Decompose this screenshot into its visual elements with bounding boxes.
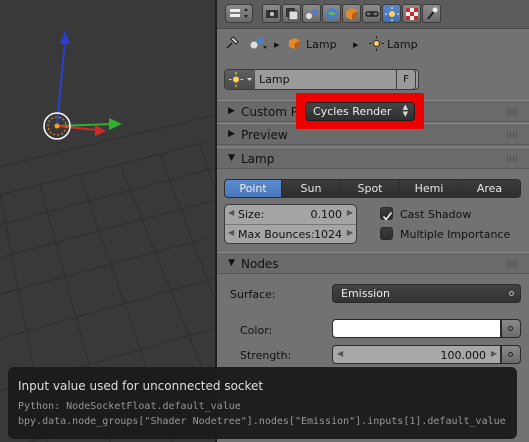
decrement-icon[interactable]: ◀ [337,349,343,358]
lamp-number-fields: ◀ Size: 0.100 ▶ ◀ Max Bounces: 1024 ▶ [224,204,357,244]
lamp-data-icon[interactable] [382,4,401,23]
texture-icon[interactable] [402,4,421,23]
world-icon[interactable] [322,4,341,23]
checkmark-icon [382,212,393,221]
physics-icon[interactable] [422,4,441,23]
multiple-importance-checkbox[interactable] [380,227,393,240]
tooltip: Input value used for unconnected socket … [8,367,517,439]
tooltip-python: Python: NodeSocketFloat.default_value [18,401,241,412]
constraints-icon[interactable] [362,4,381,23]
breadcrumb-separator: ▸ [274,38,280,51]
strength-field[interactable]: ◀ 100.000 ▶ [332,345,501,364]
increment-icon[interactable]: ▶ [491,349,497,358]
lamp-data-icon[interactable] [225,70,255,89]
breadcrumb: ▸ Lamp ▸ Lamp [217,30,529,58]
lamp-datablock-selector[interactable]: Lamp [224,69,419,90]
editor-type-icon[interactable] [225,4,253,23]
drag-grip-icon[interactable] [507,261,519,267]
surface-shader-menu[interactable]: Emission [332,284,521,303]
breadcrumb-object: Lamp [306,38,337,51]
updown-arrow-icon: ▲ ▼ [402,103,408,118]
object-icon [289,38,300,49]
expand-icon: ▶ [228,106,235,116]
cast-shadow-label: Cast Shadow [400,208,472,221]
multiple-importance-label: Multiple Importance [400,228,511,241]
decrement-icon[interactable]: ◀ [228,208,234,217]
lamp-data-icon [369,36,384,51]
tooltip-data-path: bpy.data.node_groups["Shader Nodetree"].… [18,416,506,427]
lamp-type-point[interactable]: Point [224,179,282,198]
fake-user-button[interactable]: F [396,69,416,90]
datablock-name[interactable]: Lamp [259,73,290,86]
breadcrumb-separator: ▸ [353,38,359,51]
tooltip-title: Input value used for unconnected socket [18,379,264,393]
cast-shadow-checkbox[interactable] [380,207,393,221]
properties-header [217,0,529,29]
collapse-icon: ▼ [228,258,235,268]
increment-icon[interactable]: ▶ [347,228,353,237]
socket-icon [509,291,514,296]
scene-icon [250,37,267,49]
drag-grip-icon[interactable] [507,156,519,162]
color-label: Color: [240,324,273,337]
max-bounces-field[interactable]: ◀ Max Bounces: 1024 ▶ [225,225,356,243]
panel-nodes[interactable]: ▼ Nodes [217,252,529,274]
color-swatch[interactable] [332,319,501,338]
color-socket-button[interactable] [501,319,521,338]
render-engine-dropdown[interactable]: Cycles Render ▲ ▼ [305,102,415,121]
lamp-type-selector: Point Sun Spot Hemi Area [224,179,521,198]
lamp-type-spot[interactable]: Spot [340,179,400,198]
object-icon[interactable] [342,4,361,23]
pin-icon[interactable] [225,36,239,50]
increment-icon[interactable]: ▶ [347,208,353,217]
lamp-type-hemi[interactable]: Hemi [399,179,459,198]
strength-label: Strength: [240,349,292,362]
drag-grip-icon[interactable] [507,132,519,138]
decrement-icon[interactable]: ◀ [228,228,234,237]
lamp-type-area[interactable]: Area [458,179,521,198]
drag-grip-icon[interactable] [507,109,519,115]
lamp-type-sun[interactable]: Sun [281,179,341,198]
surface-label: Surface: [230,288,276,301]
collapse-icon: ▼ [228,153,235,163]
render-layers-icon[interactable] [282,4,301,23]
size-field[interactable]: ◀ Size: 0.100 ▶ [225,205,356,224]
expand-icon: ▶ [228,129,235,139]
breadcrumb-data: Lamp [387,38,418,51]
panel-lamp[interactable]: ▼ Lamp [217,147,529,169]
scene-icon[interactable] [302,4,321,23]
render-icon[interactable] [262,4,281,23]
strength-socket-button[interactable] [501,345,521,364]
